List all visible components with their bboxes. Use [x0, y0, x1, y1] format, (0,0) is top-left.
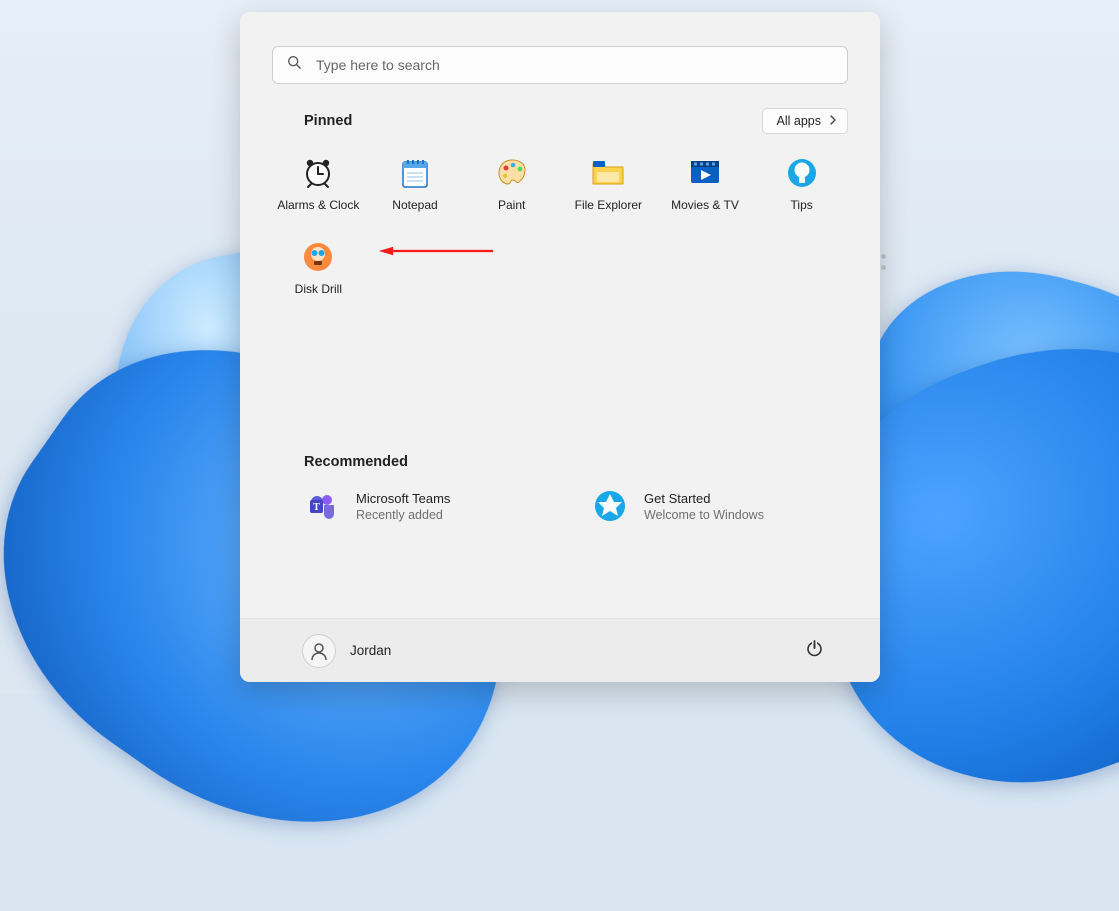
recommended-grid: T Microsoft Teams Recently added Get Sta…: [240, 470, 880, 528]
power-button[interactable]: [798, 635, 830, 667]
app-paint[interactable]: Paint: [463, 152, 560, 236]
alarm-clock-icon: [301, 156, 335, 190]
app-notepad[interactable]: Notepad: [367, 152, 464, 236]
svg-text:T: T: [313, 502, 320, 513]
username: Jordan: [350, 643, 391, 658]
file-explorer-icon: [591, 156, 625, 190]
teams-icon: T: [304, 488, 340, 524]
pinned-apps-grid: Alarms & Clock Notepad Paint File Explor…: [240, 134, 880, 320]
recommended-title: Get Started: [644, 491, 764, 506]
app-movies-tv[interactable]: Movies & TV: [657, 152, 754, 236]
power-icon: [805, 639, 824, 663]
app-label: Tips: [791, 198, 813, 212]
recommended-sub: Recently added: [356, 508, 450, 522]
search-input[interactable]: [316, 57, 833, 73]
recommended-sub: Welcome to Windows: [644, 508, 764, 522]
app-label: Notepad: [392, 198, 437, 212]
movies-tv-icon: [688, 156, 722, 190]
all-apps-label: All apps: [777, 114, 821, 128]
pinned-heading: Pinned: [304, 113, 352, 129]
diskdrill-icon: [301, 240, 335, 274]
app-label: File Explorer: [575, 198, 642, 212]
app-label: Disk Drill: [295, 282, 342, 296]
recommended-title: Microsoft Teams: [356, 491, 450, 506]
app-disk-drill[interactable]: Disk Drill: [270, 236, 367, 320]
app-label: Paint: [498, 198, 525, 212]
app-alarms-clock[interactable]: Alarms & Clock: [270, 152, 367, 236]
search-icon: [287, 55, 316, 75]
chevron-right-icon: [829, 114, 837, 128]
all-apps-button[interactable]: All apps: [762, 108, 848, 134]
recommended-heading: Recommended: [240, 454, 880, 470]
app-tips[interactable]: Tips: [753, 152, 850, 236]
getstarted-icon: [592, 488, 628, 524]
app-label: Alarms & Clock: [277, 198, 359, 212]
annotation-arrow: [356, 246, 516, 256]
start-menu: Pinned All apps Alarms & Clock Notepad P: [240, 12, 880, 682]
search-box[interactable]: [272, 46, 848, 84]
pinned-pager[interactable]: [881, 254, 886, 270]
app-label: Movies & TV: [671, 198, 739, 212]
avatar: [302, 634, 336, 668]
notepad-icon: [398, 156, 432, 190]
recommended-item-teams[interactable]: T Microsoft Teams Recently added: [304, 484, 552, 528]
recommended-item-getstarted[interactable]: Get Started Welcome to Windows: [592, 484, 840, 528]
start-footer: Jordan: [240, 618, 880, 682]
paint-icon: [495, 156, 529, 190]
user-account-button[interactable]: Jordan: [302, 634, 391, 668]
app-file-explorer[interactable]: File Explorer: [560, 152, 657, 236]
tips-icon: [785, 156, 819, 190]
